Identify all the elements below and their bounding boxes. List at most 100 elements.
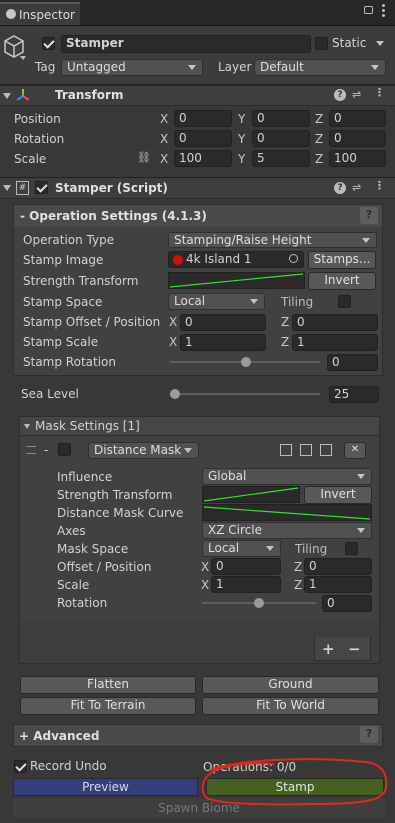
stamps-button[interactable]: Stamps...	[308, 251, 376, 269]
scale-z-field[interactable]: 100	[329, 150, 386, 167]
mask-space-dropdown[interactable]: Local	[202, 540, 281, 557]
position-y-field[interactable]: 0	[252, 110, 310, 127]
tab-bar: Inspector	[0, 0, 395, 26]
remove-mask-button[interactable]: ✕	[344, 442, 366, 459]
stamp-space-label: Stamp Space	[23, 295, 103, 309]
help-icon[interactable]: ?	[360, 207, 378, 224]
mask-rotation-slider-knob[interactable]	[254, 598, 264, 608]
axis-z-label: Z	[315, 132, 324, 146]
chevron-down-icon	[250, 299, 258, 304]
help-icon[interactable]: ?	[334, 182, 346, 194]
axis-y-label: Y	[238, 132, 246, 146]
sea-level-field[interactable]: 25	[329, 386, 379, 403]
chevron-down-icon	[184, 448, 192, 453]
position-x-field[interactable]: 0	[174, 110, 232, 127]
chevron-down-icon	[188, 65, 196, 70]
sea-level-slider-knob[interactable]	[170, 389, 180, 399]
influence-value: Global	[208, 469, 247, 483]
axes-dropdown[interactable]: XZ Circle	[202, 522, 372, 539]
add-mask-icon[interactable]	[280, 444, 292, 456]
mask-scale-x-field[interactable]: 1	[211, 576, 281, 593]
ground-button[interactable]: Ground	[202, 676, 379, 694]
more-menu-icon[interactable]	[382, 3, 385, 17]
constrain-proportions-icon[interactable]: ⛓	[137, 151, 151, 164]
axis-y-label: Y	[238, 152, 246, 166]
fit-to-world-button[interactable]: Fit To World	[202, 697, 379, 715]
scale-y-field[interactable]: 5	[252, 150, 310, 167]
stamp-space-dropdown[interactable]: Local	[168, 293, 265, 310]
stamp-offset-x-field[interactable]: 0	[180, 314, 266, 331]
axis-z-label: Z	[281, 315, 290, 329]
distance-mask-curve[interactable]	[202, 504, 372, 521]
position-z-field[interactable]: 0	[329, 110, 386, 127]
help-icon[interactable]: ?	[334, 89, 346, 101]
operation-type-value: Stamping/Raise Height	[174, 233, 312, 247]
preview-button[interactable]: Preview	[13, 778, 198, 796]
mask-strength-curve[interactable]	[202, 486, 300, 503]
chevron-down-icon	[371, 65, 379, 70]
stamp-scale-z-field[interactable]: 1	[292, 334, 378, 351]
drag-handle-icon[interactable]	[26, 446, 36, 454]
mask-offset-x-field[interactable]: 0	[211, 558, 281, 575]
mask-space-value: Local	[208, 541, 240, 555]
script-enabled-checkbox[interactable]	[35, 181, 48, 194]
operation-type-dropdown[interactable]: Stamping/Raise Height	[168, 232, 377, 248]
layer-value: Default	[260, 60, 304, 74]
fit-to-terrain-button[interactable]: Fit To Terrain	[20, 697, 196, 715]
tag-dropdown[interactable]: Untagged	[61, 59, 203, 76]
object-name-input[interactable]: Stamper	[61, 35, 311, 53]
stamp-scale-x-field[interactable]: 1	[180, 334, 266, 351]
copy-mask-icon[interactable]	[300, 444, 312, 456]
active-checkbox[interactable]	[42, 37, 55, 50]
mask-type-value: Distance Mask	[94, 443, 182, 457]
rotation-label: Rotation	[14, 132, 65, 146]
influence-dropdown[interactable]: Global	[202, 468, 372, 485]
add-mask-button[interactable]: +	[322, 640, 335, 658]
mask-collapse-toggle[interactable]: -	[44, 443, 48, 457]
flatten-button[interactable]: Flatten	[20, 676, 196, 694]
sea-level-slider-track[interactable]	[170, 393, 320, 395]
mask-tiling-label: Tiling	[295, 542, 328, 556]
static-checkbox[interactable]	[315, 37, 328, 50]
chevron-down-icon	[357, 474, 365, 479]
mask-scale-z-field[interactable]: 1	[304, 576, 372, 593]
tiling-checkbox[interactable]	[338, 295, 351, 308]
record-undo-checkbox[interactable]	[14, 760, 27, 773]
presets-icon[interactable]: ⇌	[352, 88, 361, 101]
icon-dropdown-arrow[interactable]	[20, 56, 26, 60]
mask-type-dropdown[interactable]: Distance Mask	[88, 442, 199, 459]
foldout-arrow-icon[interactable]	[3, 185, 11, 191]
annotation-circle	[201, 758, 388, 806]
component-menu-icon[interactable]: ⋮	[374, 86, 385, 99]
strength-transform-curve[interactable]	[168, 272, 305, 289]
foldout-arrow-icon[interactable]	[3, 93, 11, 99]
component-menu-icon[interactable]: ⋮	[374, 179, 385, 192]
help-icon[interactable]: ?	[360, 726, 378, 743]
mask-rotation-field[interactable]: 0	[322, 595, 372, 612]
stamp-image-field[interactable]: 4k Island 1	[168, 251, 304, 268]
tab-inspector[interactable]: Inspector	[0, 2, 80, 25]
stamp-offset-z-field[interactable]: 0	[292, 314, 378, 331]
rotation-x-field[interactable]: 0	[174, 130, 232, 147]
rotation-z-field[interactable]: 0	[329, 130, 386, 147]
object-picker-icon[interactable]	[289, 254, 298, 263]
invert-button[interactable]: Invert	[308, 272, 376, 290]
stamp-rotation-field[interactable]: 0	[327, 354, 378, 371]
mask-enabled-checkbox[interactable]	[58, 443, 71, 456]
mask-invert-button[interactable]: Invert	[304, 486, 372, 504]
sea-level-label: Sea Level	[21, 387, 79, 401]
foldout-arrow-icon[interactable]	[24, 424, 30, 429]
rotation-y-field[interactable]: 0	[252, 130, 310, 147]
remove-selected-mask-button[interactable]: −	[348, 640, 361, 658]
static-dropdown-arrow[interactable]	[376, 41, 384, 46]
paste-mask-icon[interactable]	[320, 444, 332, 456]
stamp-rotation-label: Stamp Rotation	[23, 355, 116, 369]
layer-dropdown[interactable]: Default	[254, 59, 386, 76]
stamp-rotation-slider-knob[interactable]	[241, 357, 251, 367]
lock-icon[interactable]	[364, 6, 373, 14]
mask-tiling-checkbox[interactable]	[345, 542, 358, 555]
scale-x-field[interactable]: 100	[174, 150, 232, 167]
presets-icon[interactable]: ⇌	[352, 181, 361, 194]
mask-offset-z-field[interactable]: 0	[304, 558, 372, 575]
axis-z-label: Z	[315, 152, 324, 166]
